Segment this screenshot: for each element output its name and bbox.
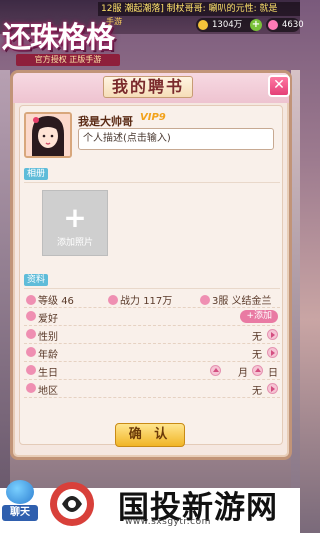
add-gold-button[interactable]: + — [250, 19, 262, 31]
power-stat: 战力 117万 — [108, 292, 172, 307]
divider — [24, 182, 280, 183]
avatar[interactable] — [24, 112, 72, 158]
gold-value: 1304万 — [212, 20, 243, 30]
divider — [24, 288, 280, 289]
age-icon — [26, 347, 36, 357]
power-icon — [108, 295, 118, 305]
nickname: 我是大帅哥 — [78, 115, 133, 128]
age-row[interactable]: 年龄 无 — [24, 344, 280, 362]
game-subtitle: 官方授权 正版手游 — [16, 54, 120, 66]
power-label: 战力 — [120, 296, 140, 307]
panel-header: 我的聘书 ✕ — [13, 73, 290, 103]
region-label: 地区 — [38, 386, 58, 397]
level-icon — [26, 295, 36, 305]
region-row[interactable]: 地区 无 — [24, 380, 280, 398]
game-logo: 还珠格格 手游 官方授权 正版手游 — [2, 14, 130, 72]
gem-counter: 4630 — [266, 18, 304, 32]
chat-icon — [6, 480, 34, 504]
region-select-icon[interactable] — [267, 383, 278, 394]
server-stat: 3服 义结金兰 — [200, 292, 272, 307]
chat-label: 聊天 — [2, 505, 38, 521]
birthday-row: 生日 月 日 — [24, 362, 280, 380]
day-select-icon[interactable] — [252, 365, 263, 376]
close-button[interactable]: ✕ — [268, 75, 290, 97]
vip-badge: VIP9 — [140, 112, 166, 123]
game-tag: 手游 — [106, 17, 122, 26]
chat-button[interactable]: 聊天 — [2, 480, 38, 524]
level-label: 等级 — [38, 296, 58, 307]
gender-select-icon[interactable] — [267, 329, 278, 340]
confirm-button[interactable]: 确 认 — [115, 423, 185, 447]
level-value: 46 — [61, 296, 74, 307]
gem-icon — [268, 20, 278, 30]
gender-icon — [26, 329, 36, 339]
hobby-row: 爱好 +添加 — [24, 308, 280, 326]
avatar-portrait-icon — [26, 114, 70, 156]
album-section-tag: 相册 — [24, 168, 49, 180]
gender-label: 性别 — [38, 332, 58, 343]
hobby-icon — [26, 311, 36, 321]
gender-value: 无 — [252, 332, 262, 343]
day-label: 日 — [268, 368, 278, 379]
profile-panel: 我的聘书 ✕ 我是大帅哥 VIP9 个人描述(点击输入) 相册 + 添加照片 资… — [10, 70, 292, 460]
gold-coin-icon — [198, 20, 208, 30]
birthday-label: 生日 — [38, 368, 58, 379]
add-photo-label: 添加照片 — [56, 238, 93, 248]
birthday-icon — [26, 365, 36, 375]
age-select-icon[interactable] — [267, 347, 278, 358]
region-value: 无 — [252, 386, 262, 397]
level-stat: 等级 46 — [26, 292, 74, 307]
power-value: 117万 — [143, 296, 173, 307]
server-value: 3服 义结金兰 — [212, 296, 272, 307]
gem-value: 4630 — [282, 20, 304, 30]
month-select-icon[interactable] — [210, 365, 221, 376]
watermark-url: www.sxsgytr.com — [125, 517, 211, 527]
age-value: 无 — [252, 350, 262, 361]
gold-counter: 1304万 + — [196, 18, 262, 32]
gender-row[interactable]: 性别 无 — [24, 326, 280, 344]
server-icon — [200, 295, 210, 305]
add-photo-button[interactable]: + 添加照片 — [42, 190, 108, 256]
description-input[interactable]: 个人描述(点击输入) — [78, 128, 274, 150]
stats-row: 等级 46 战力 117万 3服 义结金兰 — [24, 290, 280, 308]
panel-title: 我的聘书 — [103, 76, 193, 98]
panel-body: 我是大帅哥 VIP9 个人描述(点击输入) 相册 + 添加照片 资料 等级 46… — [19, 105, 283, 445]
region-icon — [26, 383, 36, 393]
month-label: 月 — [238, 368, 248, 379]
plus-icon: + — [63, 201, 87, 234]
background-left — [0, 70, 10, 490]
info-section-tag: 资料 — [24, 274, 49, 286]
add-hobby-button[interactable]: +添加 — [240, 310, 278, 323]
hobby-label: 爱好 — [38, 314, 58, 325]
watermark-logo-icon — [50, 482, 94, 526]
game-title: 还珠格格 — [2, 20, 115, 54]
background-right — [291, 70, 300, 490]
age-label: 年龄 — [38, 350, 58, 361]
